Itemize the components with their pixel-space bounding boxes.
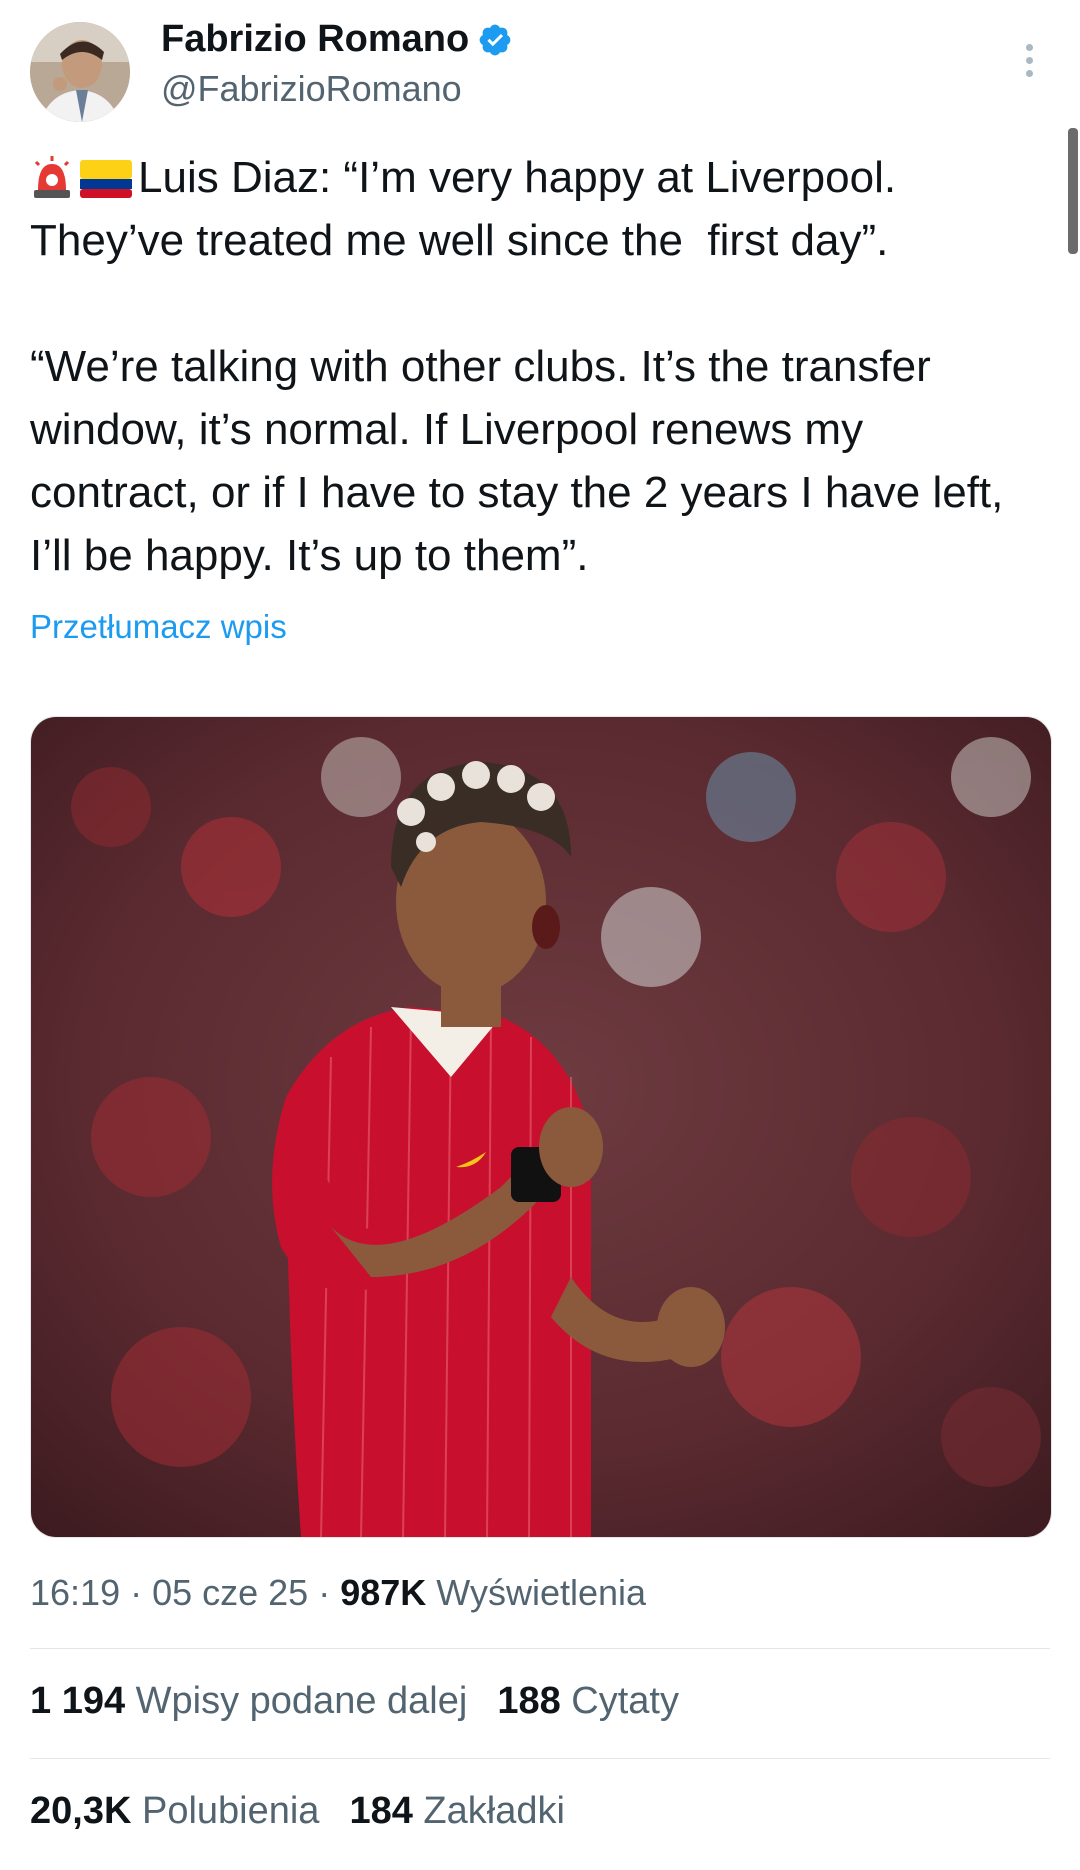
- profile-photo-icon: [30, 22, 130, 122]
- likes-label: Polubienia: [141, 1790, 320, 1832]
- translate-post-link[interactable]: Przetłumacz wpis: [30, 608, 287, 646]
- scrollbar[interactable]: [1068, 128, 1078, 254]
- author-avatar[interactable]: [30, 22, 130, 122]
- author-handle[interactable]: @FabrizioRomano: [161, 68, 462, 110]
- football-player-celebration-photo-icon: [31, 717, 1051, 1537]
- author-name[interactable]: Fabrizio Romano: [161, 18, 469, 61]
- divider: [30, 1648, 1050, 1649]
- post-paragraph-2: “We’re talking with other clubs. It’s th…: [30, 342, 1016, 580]
- post-text: Luis Diaz: “I’m very happy at Liverpool.…: [30, 146, 1040, 587]
- post-paragraph-1: Luis Diaz: “I’m very happy at Liverpool.…: [30, 146, 1040, 272]
- likes-count: 20,3K: [30, 1790, 132, 1832]
- post-paragraph-1-text: Luis Diaz: “I’m very happy at Liverpool.…: [30, 153, 908, 265]
- quotes-label: Cytaty: [571, 1680, 679, 1722]
- reposts-label: Wpisy podane dalej: [135, 1680, 468, 1722]
- flag-colombia-icon: [80, 160, 132, 198]
- rotating-light-icon: [34, 156, 70, 198]
- reposts-stat[interactable]: 1 194 Wpisy podane dalej: [30, 1680, 467, 1723]
- more-options-icon[interactable]: [1022, 44, 1036, 84]
- quotes-count: 188: [497, 1680, 561, 1722]
- views-label: Wyświetlenia: [436, 1572, 647, 1613]
- post-date[interactable]: 05 cze 25: [152, 1572, 308, 1613]
- likes-stats-row: 20,3K Polubienia 184 Zakładki: [30, 1790, 565, 1833]
- post-image[interactable]: [30, 716, 1052, 1538]
- bookmarks-label: Zakładki: [423, 1790, 565, 1832]
- divider: [30, 1758, 1050, 1759]
- repost-stats-row: 1 194 Wpisy podane dalej 188 Cytaty: [30, 1680, 679, 1723]
- likes-stat[interactable]: 20,3K Polubienia: [30, 1790, 319, 1833]
- bookmarks-stat[interactable]: 184 Zakładki: [349, 1790, 564, 1833]
- post-time[interactable]: 16:19: [30, 1572, 120, 1613]
- views-count: 987K: [340, 1572, 427, 1613]
- bookmarks-count: 184: [349, 1790, 413, 1832]
- quotes-stat[interactable]: 188 Cytaty: [497, 1680, 679, 1723]
- verified-badge-icon: [479, 24, 511, 55]
- reposts-count: 1 194: [30, 1680, 126, 1722]
- post-meta: 16:19 · 05 cze 25 · 987K Wyświetlenia: [30, 1572, 647, 1613]
